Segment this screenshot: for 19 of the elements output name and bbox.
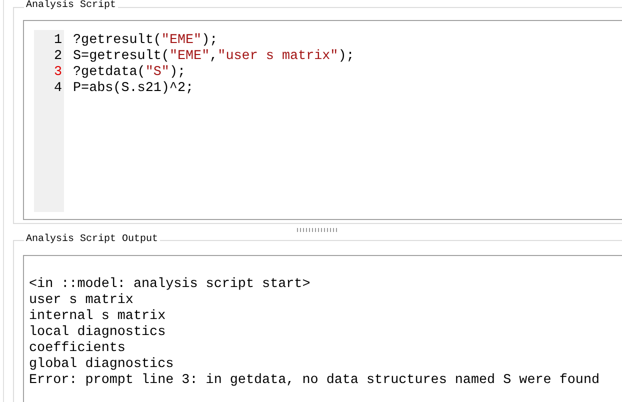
output-line: user s matrix <box>29 293 134 309</box>
output-line: <in ::model: analysis script start> <box>29 277 312 293</box>
code-editor[interactable]: 1 2 3 4 ?getresult("EME"); S=getresult("EME","user s matrix"); ?getdata("S"); P=abs(S.s21)^2; <box>23 20 622 220</box>
splitter-grip[interactable] <box>296 228 338 232</box>
code-line: P=abs(S.s21)^2; <box>73 81 195 97</box>
output-line: internal s matrix <box>29 309 167 325</box>
code-line: ?getresult("EME"); <box>73 33 219 49</box>
output-line: global diagnostics <box>29 357 175 373</box>
line-number: 4 <box>52 81 63 97</box>
line-number: 1 <box>52 33 63 49</box>
panel-title: Analysis Script Output <box>24 234 160 246</box>
panel-title: Analysis Script <box>24 0 118 12</box>
output-line: coefficients <box>29 341 126 357</box>
output-line: local diagnostics <box>29 325 167 341</box>
line-number: 2 <box>52 49 63 65</box>
output-line: Error: prompt line 3: in getdata, no data structures named S were found <box>29 373 601 389</box>
code-line: ?getdata("S"); <box>73 65 187 81</box>
code-line: S=getresult("EME","user s matrix"); <box>73 49 354 65</box>
line-number: 3 <box>52 65 63 81</box>
